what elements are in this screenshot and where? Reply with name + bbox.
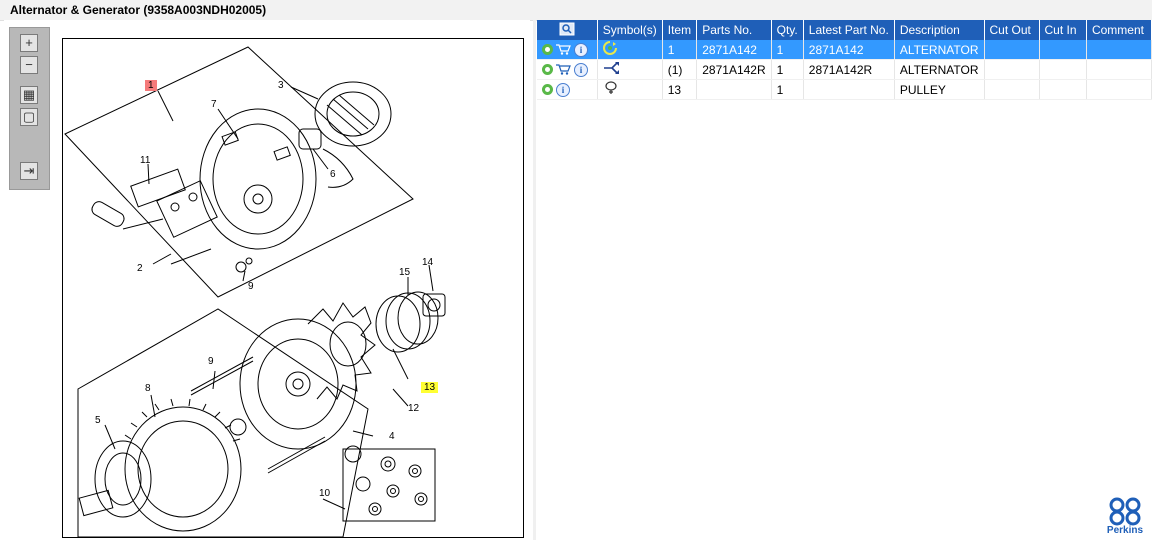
symbol-cell: [597, 59, 663, 80]
column-header-symbols[interactable]: Symbol(s): [597, 20, 663, 40]
table-row[interactable]: i (1) 2871A142R 1 2871A142R ALTERNATOR: [537, 59, 1152, 80]
comment-cell: [1086, 79, 1152, 100]
callout-9-upper[interactable]: 9: [248, 281, 254, 292]
window-titlebar: Alternator & Generator (9358A003NDH02005…: [0, 0, 1152, 21]
table-header-row: Symbol(s) Item Parts No. Qty. Latest Par…: [537, 20, 1152, 40]
perkins-logo-mark: [1109, 497, 1141, 526]
diagram-toolbar: + − ▦ ▢ ⇥: [9, 27, 50, 190]
latest-part-no-cell: 2871A142: [803, 40, 895, 60]
recycle-symbol-icon: [602, 41, 617, 55]
gear-icon[interactable]: [542, 44, 553, 56]
exploded-parts-diagram[interactable]: 1 2 3 4 5 6 7 8 9 9 10 11 12 13 14 15: [62, 38, 524, 538]
info-icon[interactable]: i: [574, 42, 588, 57]
diagram-pane: + − ▦ ▢ ⇥ 1 2 3 4 5 6 7 8 9 9 10 11 12 1…: [4, 20, 530, 540]
parts-table: Symbol(s) Item Parts No. Qty. Latest Par…: [537, 20, 1152, 100]
gear-icon[interactable]: [542, 64, 553, 76]
part-no-cell: [696, 79, 772, 100]
callout-7[interactable]: 7: [211, 99, 217, 110]
actual-size-button[interactable]: ▢: [20, 108, 38, 126]
row-actions-cell: i: [537, 79, 598, 100]
item-cell: 1: [662, 40, 698, 60]
perkins-logo-text: Perkins: [1106, 525, 1144, 536]
callout-10[interactable]: 10: [319, 488, 330, 499]
callout-1[interactable]: 1: [145, 80, 157, 91]
cut-out-cell: [984, 59, 1040, 80]
row-actions-cell: i: [537, 40, 598, 60]
column-header-cut-out[interactable]: Cut Out: [984, 20, 1040, 40]
cut-in-cell: [1039, 59, 1087, 80]
symbol-cell: [597, 79, 663, 100]
window-title: Alternator & Generator (9358A003NDH02005…: [10, 3, 267, 17]
table-row[interactable]: i 13 1 PULLEY: [537, 79, 1152, 100]
zoom-in-button[interactable]: +: [20, 34, 38, 52]
callout-3[interactable]: 3: [278, 80, 284, 91]
column-header-comment[interactable]: Comment: [1086, 20, 1152, 40]
comment-cell: [1086, 59, 1152, 80]
perkins-logo: Perkins: [1104, 496, 1146, 536]
qty-cell: 1: [771, 59, 804, 80]
description-cell: PULLEY: [894, 79, 985, 100]
search-list-icon: [559, 22, 575, 35]
cart-icon[interactable]: [556, 64, 571, 76]
cart-icon[interactable]: [556, 44, 571, 56]
gear-icon[interactable]: [542, 84, 553, 96]
description-cell: ALTERNATOR: [894, 59, 985, 80]
column-header-qty[interactable]: Qty.: [771, 20, 804, 40]
row-actions-cell: i: [537, 59, 598, 80]
callout-6[interactable]: 6: [330, 169, 336, 180]
zoom-out-button[interactable]: −: [20, 56, 38, 74]
table-row[interactable]: i 1 2871A142 1 2871A142 ALTERNATOR: [537, 40, 1152, 60]
cut-out-cell: [984, 40, 1040, 60]
info-icon[interactable]: i: [574, 62, 588, 77]
callout-13[interactable]: 13: [421, 382, 439, 393]
cut-in-cell: [1039, 40, 1087, 60]
callout-4[interactable]: 4: [389, 431, 395, 442]
parts-list-pane: Symbol(s) Item Parts No. Qty. Latest Par…: [537, 20, 1152, 540]
column-header-parts-no[interactable]: Parts No.: [696, 20, 772, 40]
cut-out-cell: [984, 79, 1040, 100]
callout-5[interactable]: 5: [95, 415, 101, 426]
column-header-cut-in[interactable]: Cut In: [1039, 20, 1087, 40]
cut-in-cell: [1039, 79, 1087, 100]
tag-icon: [605, 81, 617, 94]
column-header-item[interactable]: Item: [662, 20, 698, 40]
pane-splitter[interactable]: [533, 20, 536, 540]
qty-cell: 1: [771, 79, 804, 100]
part-no-cell: 2871A142R: [696, 59, 772, 80]
symbol-cell: [597, 40, 663, 60]
callout-8[interactable]: 8: [145, 383, 151, 394]
diagram-drawing: [64, 46, 446, 537]
callout-15[interactable]: 15: [399, 267, 410, 278]
callout-9-lower[interactable]: 9: [208, 356, 214, 367]
item-cell: (1): [662, 59, 698, 80]
qty-cell: 1: [771, 40, 804, 60]
callout-2[interactable]: 2: [137, 263, 143, 274]
column-header-actions[interactable]: [537, 20, 598, 40]
callout-12[interactable]: 12: [408, 403, 419, 414]
callout-11[interactable]: 11: [140, 155, 150, 166]
info-icon[interactable]: i: [556, 82, 570, 97]
split-arrow-icon: [603, 62, 619, 74]
fit-page-button[interactable]: ▦: [20, 86, 38, 104]
latest-part-no-cell: [803, 79, 895, 100]
column-header-description[interactable]: Description: [894, 20, 985, 40]
part-no-cell: 2871A142: [696, 40, 772, 60]
export-button[interactable]: ⇥: [20, 162, 38, 180]
item-cell: 13: [662, 79, 698, 100]
description-cell: ALTERNATOR: [894, 40, 985, 60]
latest-part-no-cell: 2871A142R: [803, 59, 895, 80]
callout-14[interactable]: 14: [422, 257, 433, 268]
comment-cell: [1086, 40, 1152, 60]
column-header-latest-part-no[interactable]: Latest Part No.: [803, 20, 895, 40]
